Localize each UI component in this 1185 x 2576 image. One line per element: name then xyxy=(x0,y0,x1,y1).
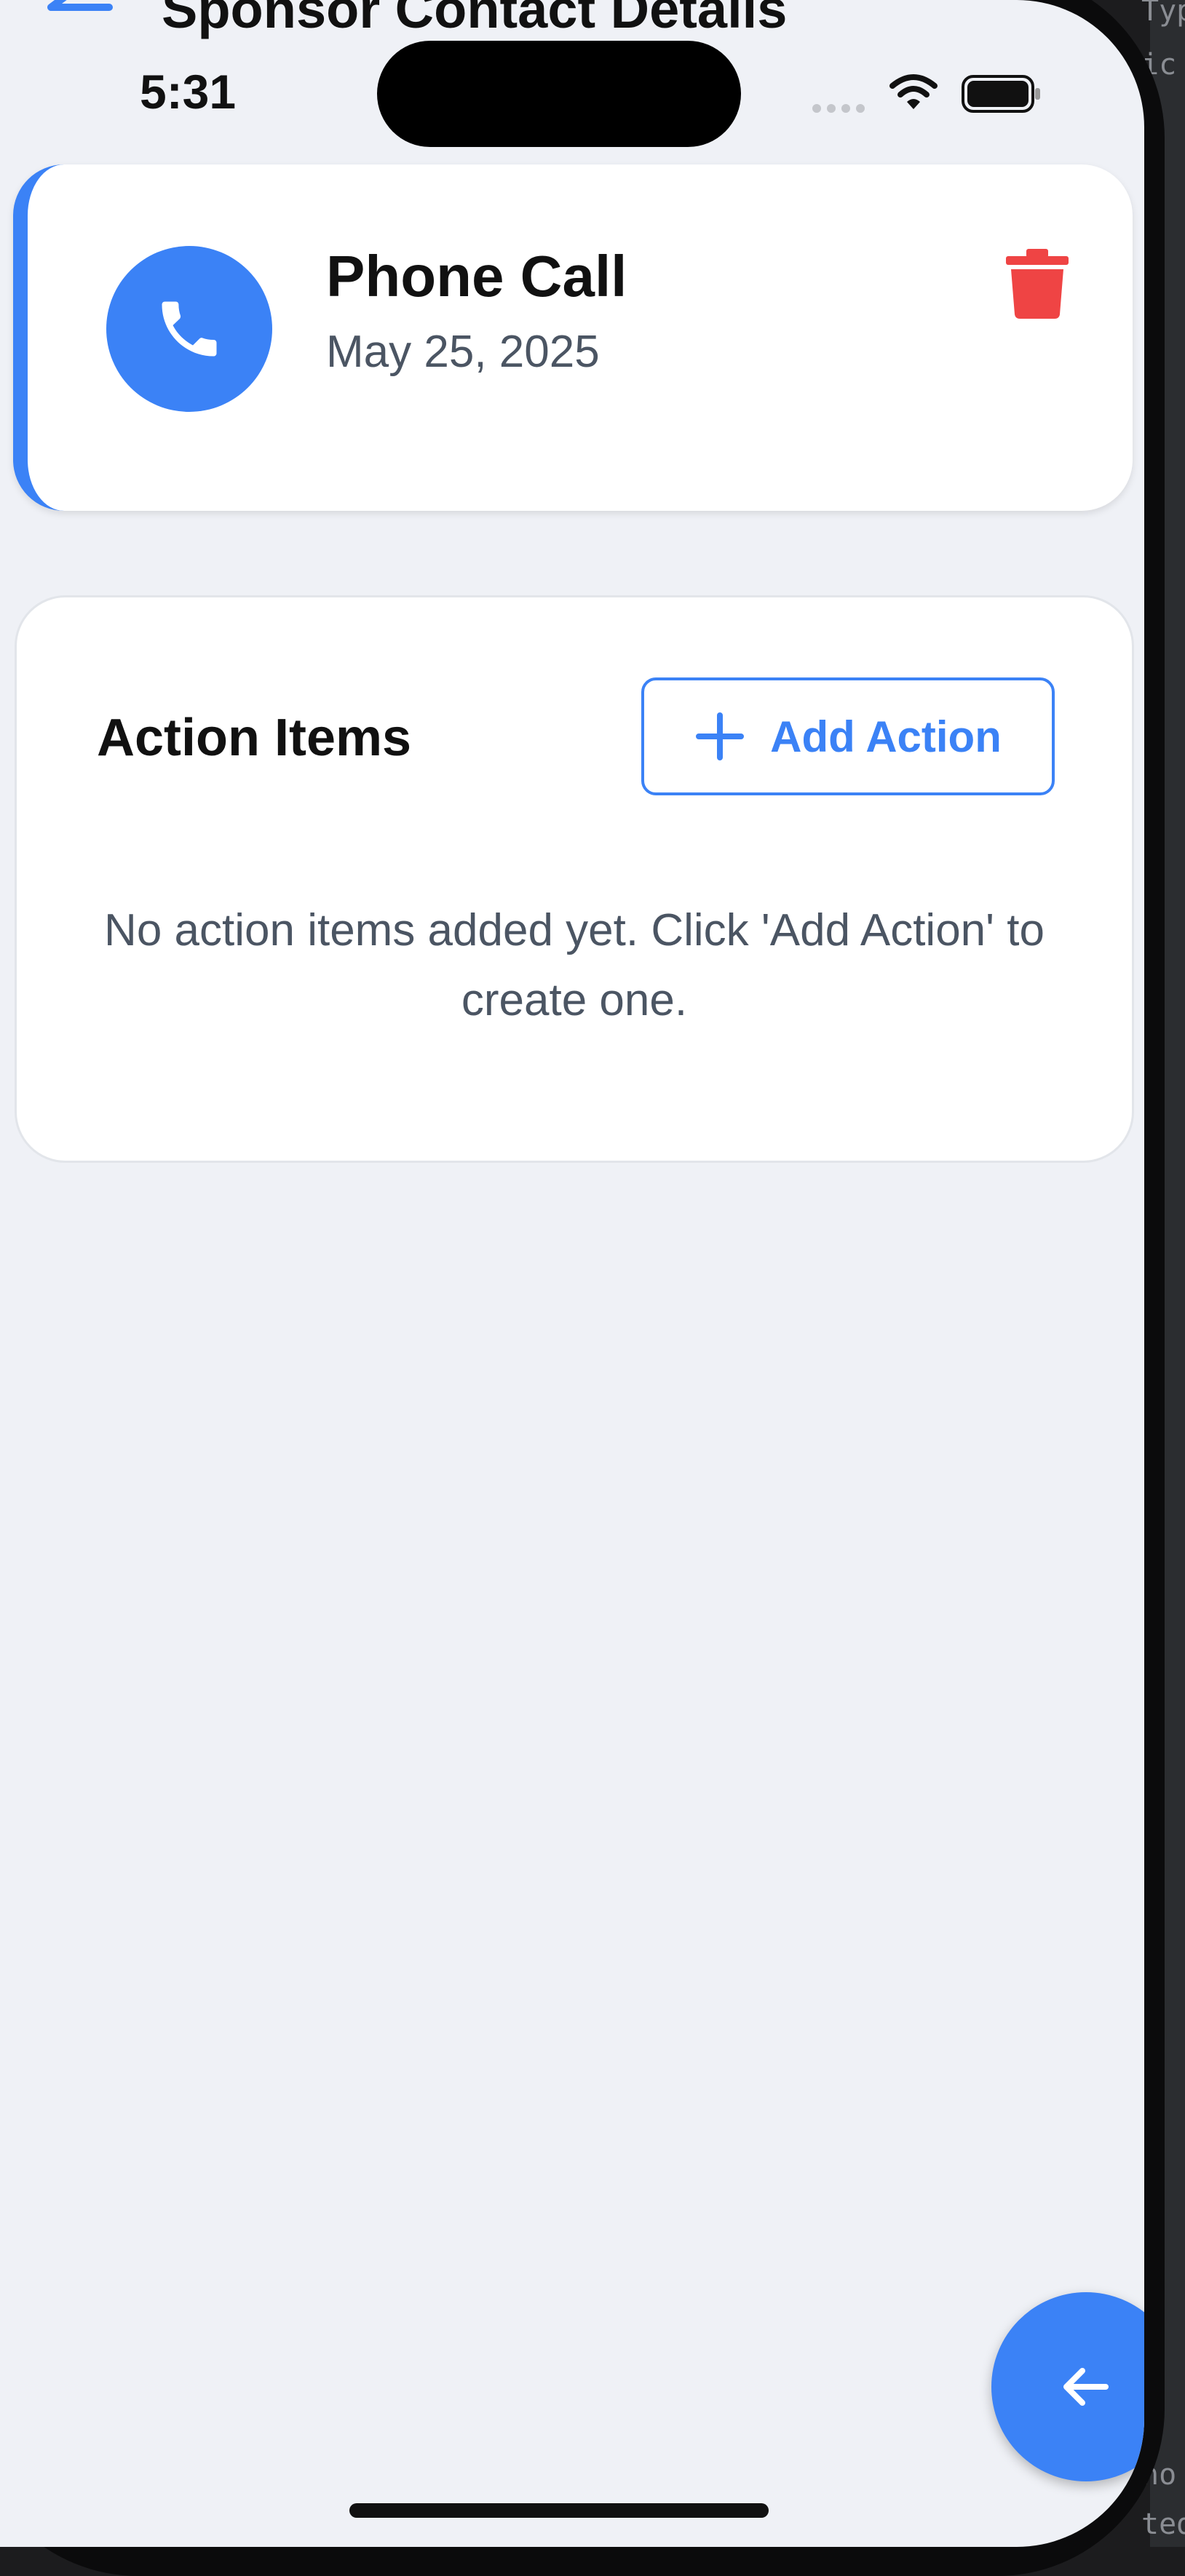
phone-icon xyxy=(162,301,217,357)
empty-state-message: No action items added yet. Click 'Add Ac… xyxy=(104,905,1045,1025)
action-items-card: Action Items Add Action No action items … xyxy=(15,595,1134,1163)
ide-code-fragment: tedA xyxy=(1141,2508,1185,2541)
contact-type-avatar xyxy=(106,246,272,412)
arrow-left-icon xyxy=(1063,2368,1109,2406)
phone-frame: Sponsor Contact Details 5:31 Phone Call xyxy=(0,0,1165,2576)
app-screen: Sponsor Contact Details 5:31 Phone Call xyxy=(0,0,1144,2547)
add-action-button[interactable]: Add Action xyxy=(641,677,1055,795)
page-title: Sponsor Contact Details xyxy=(162,0,788,39)
add-action-label: Add Action xyxy=(770,712,1002,761)
delete-button[interactable] xyxy=(1004,247,1070,320)
contact-type-label: Phone Call xyxy=(326,244,627,309)
contact-date: May 25, 2025 xyxy=(326,327,600,377)
contact-card[interactable]: Phone Call May 25, 2025 xyxy=(13,164,1133,511)
plus-icon xyxy=(696,712,745,760)
dynamic-island xyxy=(377,41,741,147)
back-fab-button[interactable] xyxy=(991,2292,1144,2481)
home-indicator[interactable] xyxy=(349,2503,769,2518)
ide-code-fragment: Typ xyxy=(1141,0,1185,28)
wifi-icon xyxy=(889,74,938,109)
battery-icon xyxy=(962,75,1040,113)
back-button[interactable] xyxy=(36,0,116,36)
action-items-heading: Action Items xyxy=(97,709,412,767)
status-time: 5:31 xyxy=(140,65,237,119)
cellular-signal-icon xyxy=(812,104,865,113)
arrow-left-icon xyxy=(47,0,113,11)
trash-icon xyxy=(1006,249,1069,319)
